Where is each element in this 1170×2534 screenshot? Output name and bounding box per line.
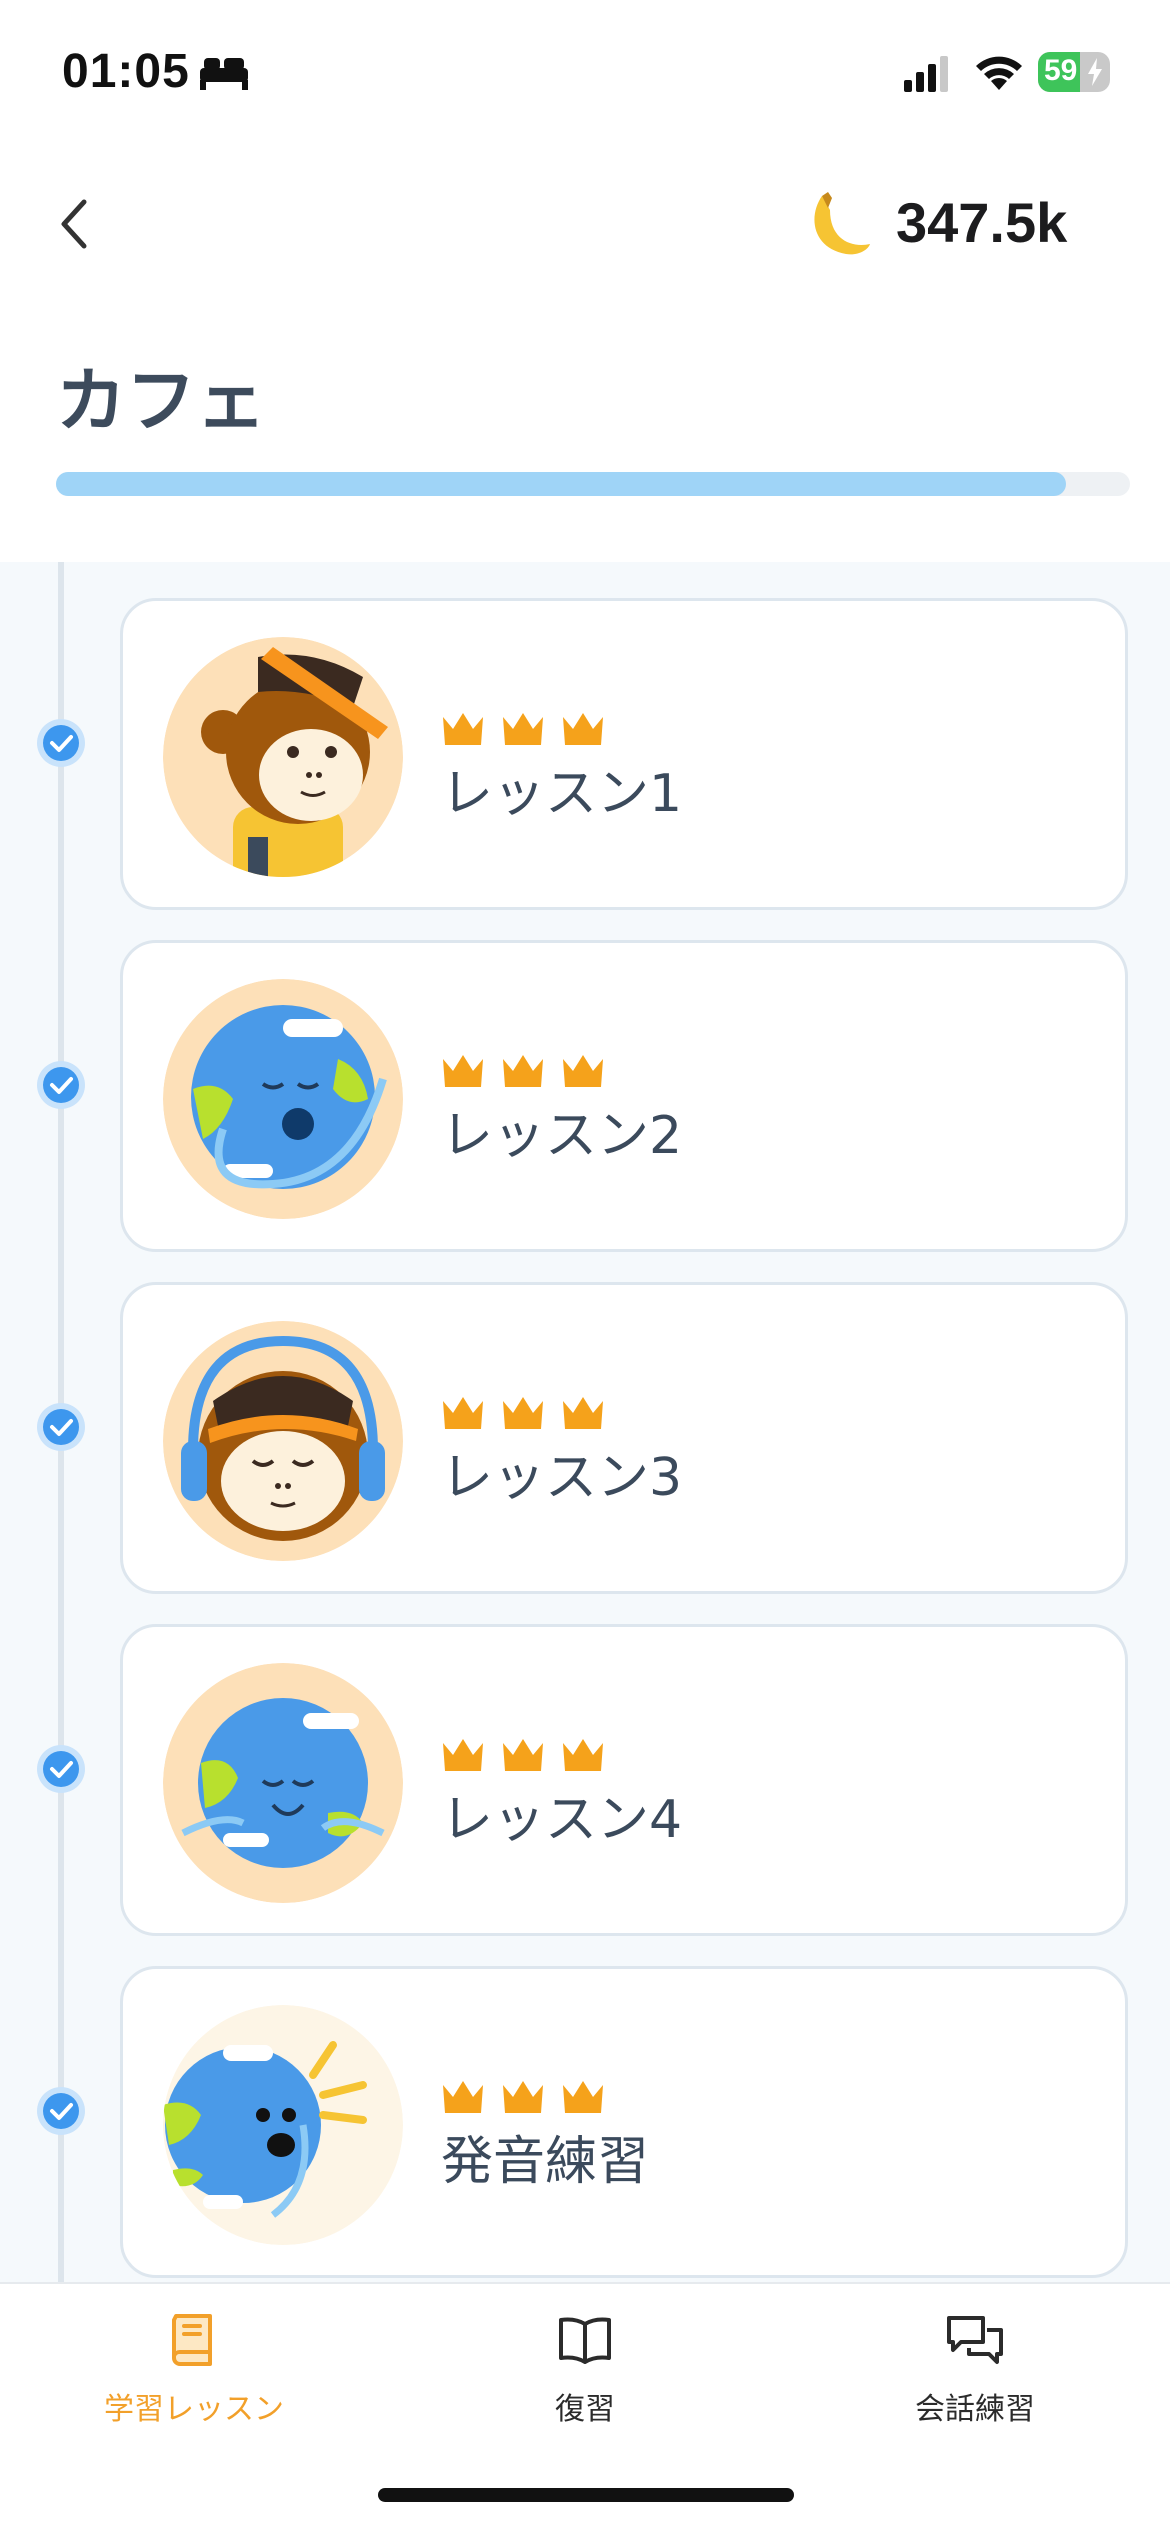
monkey-headphones-avatar-icon: [163, 1321, 403, 1561]
lesson-label: レッスン3: [441, 1448, 683, 1508]
signal-icon: [904, 56, 948, 92]
lesson-row: レッスン1: [0, 598, 1170, 914]
monkey-avatar-icon: [163, 637, 403, 877]
crown-rating-icon: [443, 1397, 603, 1429]
check-circle-icon: [37, 1745, 85, 1793]
lesson-card-4[interactable]: レッスン4: [120, 1624, 1128, 1936]
crown-rating-icon: [443, 713, 603, 745]
lesson-row: レッスン3: [0, 1282, 1170, 1598]
tab-label: 会話練習: [915, 2392, 1035, 2427]
tab-review[interactable]: 復習: [455, 2310, 715, 2450]
lesson-label: 発音練習: [441, 2132, 650, 2192]
bed-icon: [200, 58, 248, 90]
home-indicator[interactable]: [378, 2488, 794, 2502]
crown-rating-icon: [443, 1739, 603, 1771]
crown-rating-icon: [443, 2081, 603, 2113]
lesson-label: レッスン2: [441, 1106, 683, 1166]
earth-talking-avatar-icon: [163, 2005, 403, 2245]
lesson-row: レッスン4: [0, 1624, 1170, 1940]
lesson-card-1[interactable]: レッスン1: [120, 598, 1128, 910]
status-bar: 01:05 59: [0, 0, 1170, 150]
charging-bolt-icon: [1088, 58, 1102, 86]
banana-count: 347.5k: [896, 191, 1068, 254]
chat-bubbles-icon: [947, 2316, 1003, 2364]
lesson-row: レッスン2: [0, 940, 1170, 1256]
unit-progress-fill: [56, 472, 1066, 496]
lesson-row: 発音練習: [0, 1966, 1170, 2282]
lesson-list[interactable]: レッスン1 レッスン2 レッスン3 レッスン4 発音練習: [0, 562, 1170, 2282]
check-circle-icon: [37, 719, 85, 767]
lesson-label: レッスン4: [441, 1790, 683, 1850]
page-title: カフェ: [56, 360, 266, 442]
back-button[interactable]: [52, 196, 100, 252]
unit-progress-bar: [56, 472, 1130, 496]
battery-icon: 59: [1038, 52, 1110, 92]
book-icon: [172, 2314, 212, 2366]
lesson-card-2[interactable]: レッスン2: [120, 940, 1128, 1252]
tab-study-lessons[interactable]: 学習レッスン: [64, 2310, 324, 2450]
check-circle-icon: [37, 1061, 85, 1109]
lesson-card-3[interactable]: レッスン3: [120, 1282, 1128, 1594]
lesson-card-pronunciation[interactable]: 発音練習: [120, 1966, 1128, 2278]
battery-percent: 59: [1044, 54, 1078, 87]
tab-label: 学習レッスン: [104, 2392, 284, 2427]
open-book-icon: [559, 2317, 611, 2364]
wifi-icon: [976, 56, 1022, 90]
earth-smiling-avatar-icon: [163, 1663, 403, 1903]
status-time: 01:05: [62, 45, 190, 98]
crown-rating-icon: [443, 1055, 603, 1087]
tab-label: 復習: [555, 2392, 615, 2427]
lesson-label: レッスン1: [441, 764, 683, 824]
earth-singing-avatar-icon: [163, 979, 403, 1219]
check-circle-icon: [37, 1403, 85, 1451]
banana-icon: [814, 192, 870, 255]
tab-conversation-practice[interactable]: 会話練習: [845, 2310, 1105, 2450]
check-circle-icon: [37, 2087, 85, 2135]
